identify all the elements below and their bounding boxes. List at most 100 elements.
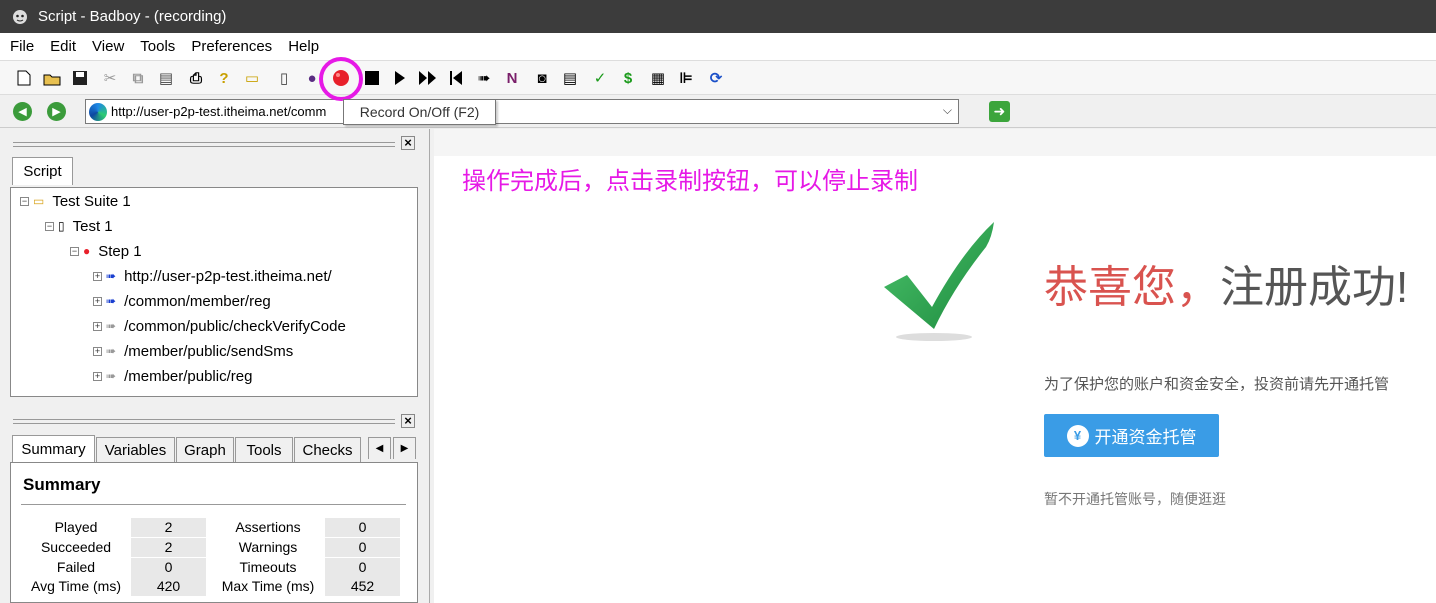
screenshot-icon[interactable]: ◙	[532, 68, 552, 88]
chevron-down-icon[interactable]: ⌵	[943, 103, 952, 118]
close-icon[interactable]: ×	[401, 414, 415, 428]
skip-link[interactable]: 暂不开通托管账号，随便逛逛	[1044, 489, 1226, 509]
save-icon[interactable]	[70, 68, 90, 88]
paste-icon[interactable]: ▤	[156, 68, 176, 88]
badboy-app-icon	[11, 8, 29, 26]
open-custody-label: 开通资金托管	[1094, 428, 1197, 447]
tree-node-request[interactable]: + ➠ http://user-p2p-test.itheima.net/	[93, 265, 332, 287]
record-highlight-circle	[319, 57, 363, 101]
request-icon[interactable]: ➠	[474, 68, 494, 88]
record-tooltip: Record On/Off (F2)	[343, 99, 496, 125]
menu-view[interactable]: View	[82, 38, 130, 55]
tab-checks[interactable]: Checks	[294, 437, 361, 463]
annotation-text: 操作完成后，点击录制按钮，可以停止录制	[462, 168, 918, 195]
menu-preferences[interactable]: Preferences	[181, 38, 278, 55]
new-file-icon[interactable]	[14, 68, 34, 88]
failed-label: Failed	[56, 559, 96, 575]
menu-tools[interactable]: Tools	[130, 38, 181, 55]
script-tree: − ▭ Test Suite 1 − ▯ Test 1 − ● Step 1 + ➠ http:…	[10, 187, 418, 397]
panel-grip[interactable]	[13, 419, 395, 424]
divider	[21, 504, 406, 505]
check-icon[interactable]: ✓	[590, 68, 610, 88]
new-suite-icon[interactable]: ▭	[242, 68, 262, 88]
warnings-label: Warnings	[238, 539, 298, 555]
toolbar: ✂ ⧉ ▤ ⎙ ? ▭ ▯ ● ➠ N ◙ ▤ ✓ $ ▦ ⊫ ⟳	[0, 60, 1436, 95]
test-icon: ▯	[58, 219, 65, 233]
play-icon[interactable]	[390, 68, 410, 88]
succeeded-label: Succeeded	[40, 539, 112, 555]
tab-script[interactable]: Script	[12, 157, 73, 185]
url-text: http://user-p2p-test.itheima.net/comm	[111, 104, 327, 119]
summary-heading: Summary	[23, 475, 101, 494]
edge-browser-icon	[89, 102, 107, 121]
rewind-icon[interactable]	[446, 68, 466, 88]
table-icon[interactable]: ▦	[648, 68, 668, 88]
tree-node-step[interactable]: − ● Step 1	[70, 240, 142, 262]
avg-time-label: Avg Time (ms)	[31, 578, 121, 594]
failed-value: 0	[131, 558, 206, 577]
request-arrow-icon: ➠	[106, 294, 117, 308]
tab-graph[interactable]: Graph	[176, 437, 234, 463]
copy-icon[interactable]: ⧉	[128, 68, 148, 88]
stop-icon[interactable]	[362, 68, 382, 88]
request-arrow-icon: ➠	[106, 319, 117, 333]
title-bar: Script - Badboy - (recording)	[0, 0, 1436, 33]
warnings-value: 0	[325, 538, 400, 557]
go-arrow-icon[interactable]: ➜	[989, 101, 1010, 122]
open-custody-button[interactable]: ¥ 开通资金托管	[1044, 414, 1219, 457]
play-all-icon[interactable]	[418, 68, 438, 88]
success-heading: 恭喜您，注册成功!	[1044, 251, 1408, 315]
scroll-left-icon[interactable]: ◀	[368, 437, 391, 459]
navigation-icon[interactable]: N	[502, 68, 522, 88]
avg-time-value: 420	[131, 577, 206, 596]
tree-node-test[interactable]: − ▯ Test 1	[45, 215, 113, 237]
step-record-icon: ●	[83, 244, 91, 258]
menu-file[interactable]: File	[0, 38, 40, 55]
played-value: 2	[131, 518, 206, 537]
timer-icon[interactable]: ⊫	[676, 68, 696, 88]
window-title: Script - Badboy - (recording)	[38, 8, 227, 25]
tree-node-request[interactable]: + ➠/common/public/checkVerifyCode	[93, 315, 346, 337]
open-folder-icon[interactable]	[42, 68, 62, 88]
tree-node-suite[interactable]: − ▭ Test Suite 1	[20, 190, 131, 212]
assertions-label: Assertions	[235, 519, 301, 535]
success-heading-gray: 注册成功!	[1220, 263, 1409, 312]
success-check-icon	[884, 222, 994, 341]
played-label: Played	[54, 519, 98, 535]
left-panel: × Script − ▭ Test Suite 1 − ▯ Test 1 − ● Step …	[0, 129, 430, 603]
request-arrow-icon: ➠	[106, 344, 117, 358]
url-input[interactable]: http://user-p2p-test.itheima.net/comm ⌵	[85, 99, 959, 124]
tab-variables[interactable]: Variables	[96, 437, 175, 463]
max-time-value: 452	[325, 577, 400, 596]
tab-tools[interactable]: Tools	[235, 437, 293, 463]
report-icon[interactable]: ▤	[560, 68, 580, 88]
print-icon[interactable]: ⎙	[186, 68, 206, 88]
page-header-strip	[434, 129, 1436, 156]
request-arrow-icon: ➠	[106, 369, 117, 383]
success-heading-red: 恭喜您，	[1044, 263, 1220, 312]
request-arrow-icon: ➠	[106, 269, 117, 283]
tree-node-request[interactable]: + ➠/member/public/sendSms	[93, 340, 293, 362]
folder-icon: ▭	[33, 194, 45, 208]
tree-node-request[interactable]: + ➠/common/member/reg	[93, 290, 271, 312]
variable-icon[interactable]: $	[618, 68, 638, 88]
tab-summary[interactable]: Summary	[12, 435, 95, 463]
close-icon[interactable]: ×	[401, 136, 415, 150]
summary-panel: Summary Played 2 Succeeded 2 Failed 0 Av…	[10, 462, 418, 603]
scroll-right-icon[interactable]: ▶	[393, 437, 416, 459]
new-test-icon[interactable]: ▯	[274, 68, 294, 88]
menu-help[interactable]: Help	[278, 38, 325, 55]
browser-content: 操作完成后，点击录制按钮，可以停止录制 恭喜您，注册成功! 为了保护您的账户和资…	[434, 129, 1436, 603]
assertions-value: 0	[325, 518, 400, 537]
cut-icon[interactable]: ✂	[100, 68, 120, 88]
forward-arrow-icon[interactable]: ▶	[47, 102, 66, 121]
timeouts-value: 0	[325, 558, 400, 577]
menu-edit[interactable]: Edit	[40, 38, 82, 55]
tree-node-request[interactable]: + ➠/member/public/reg	[93, 365, 252, 387]
timeouts-label: Timeouts	[239, 559, 297, 575]
back-arrow-icon[interactable]: ◀	[13, 102, 32, 121]
help-icon[interactable]: ?	[214, 68, 234, 88]
panel-grip[interactable]	[13, 142, 395, 147]
loop-icon[interactable]: ⟳	[706, 68, 726, 88]
yen-icon: ¥	[1066, 424, 1089, 447]
